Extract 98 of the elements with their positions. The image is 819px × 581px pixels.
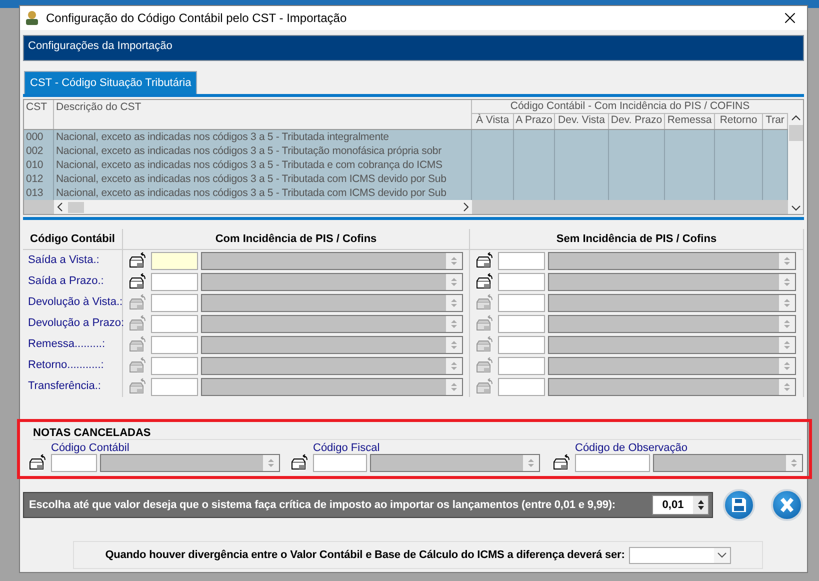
- column-header: Sem Incidência de PIS / Cofins: [470, 229, 804, 250]
- tolerance-label: Escolha até que valor deseja que o sistema faça crítica de imposto ao importar os lançamentos (entre 0,01 e 9,99):: [29, 499, 616, 511]
- field-label: Remessa.........:: [23, 334, 123, 355]
- scrollbar-thumb[interactable]: [788, 125, 802, 141]
- dropdown-field[interactable]: [201, 378, 463, 396]
- spin-arrows-icon: [783, 380, 791, 392]
- dropdown-field[interactable]: [548, 314, 796, 332]
- input-field[interactable]: [151, 314, 198, 332]
- spin-arrows-icon: [783, 338, 791, 350]
- chevron-down-icon: [716, 551, 727, 559]
- close-icon: [779, 497, 795, 513]
- column-header: A Prazo: [514, 114, 555, 129]
- save-button[interactable]: [723, 489, 755, 521]
- input-field[interactable]: [498, 378, 545, 396]
- column-header: Dev. Prazo: [609, 114, 665, 129]
- field-label: Transferência.:: [23, 376, 123, 397]
- input-field[interactable]: [151, 272, 198, 290]
- field-label: Devolução a Prazo:: [23, 313, 123, 334]
- spin-arrows-icon: [450, 360, 458, 372]
- dropdown-field[interactable]: [548, 252, 796, 270]
- field-label: Saída a Prazo.:: [23, 271, 123, 292]
- field-label: Retorno...........:: [23, 355, 123, 376]
- tray-arrow-icon[interactable]: [128, 272, 148, 290]
- input-field[interactable]: [151, 294, 198, 312]
- input-field[interactable]: [151, 378, 198, 396]
- input-field[interactable]: [498, 314, 545, 332]
- input-field[interactable]: [151, 336, 198, 354]
- tab[interactable]: CST - Código Situação Tributária: [24, 71, 198, 94]
- spin-arrows-icon: [783, 360, 791, 372]
- dropdown-field[interactable]: [201, 314, 463, 332]
- dropdown-field[interactable]: [201, 272, 463, 290]
- column-header: À Vista: [472, 114, 514, 129]
- dropdown-field[interactable]: [100, 454, 280, 472]
- field-label: Código de Observação: [575, 442, 689, 454]
- input-field[interactable]: [151, 252, 198, 270]
- column-header: Remessa: [665, 114, 715, 129]
- dropdown-field[interactable]: [201, 294, 463, 312]
- column-header: Código Contábil: [23, 229, 123, 250]
- spin-arrows-icon: [450, 380, 458, 392]
- column-group-header: Código Contábil - Com Incidência do PIS / COFINS: [472, 100, 788, 114]
- input-field[interactable]: [498, 252, 545, 270]
- spin-arrows-icon: [450, 254, 458, 266]
- divergence-label: Quando houver divergência entre o Valor Contábil e Base de Cálculo do ICMS a diferença deverá ser:: [105, 549, 625, 561]
- spin-arrows-icon: [267, 457, 275, 469]
- dropdown-field[interactable]: [370, 454, 540, 472]
- tray-arrow-icon[interactable]: [552, 454, 572, 472]
- dropdown-field[interactable]: [548, 356, 796, 374]
- spin-arrows-icon: [783, 276, 791, 288]
- spin-arrows-icon: [450, 296, 458, 308]
- person-icon: [24, 10, 40, 26]
- field-label: Código Fiscal: [313, 442, 381, 454]
- input-field[interactable]: [313, 454, 367, 472]
- scrollbar-thumb[interactable]: [68, 202, 84, 212]
- spin-arrows-icon: [783, 296, 791, 308]
- vertical-scrollbar[interactable]: [788, 100, 803, 214]
- spin-arrows-icon: [450, 276, 458, 288]
- dropdown-field[interactable]: [653, 454, 803, 472]
- column-header: Com Incidência de PIS / Cofins: [123, 229, 470, 250]
- window-title: Configuração do Código Contábil pelo CST - Importação: [46, 11, 348, 25]
- input-field[interactable]: [498, 272, 545, 290]
- dropdown-field[interactable]: [628, 546, 731, 564]
- input-field[interactable]: [498, 294, 545, 312]
- spin-arrows-icon: [790, 457, 798, 469]
- spin-arrows-icon: [527, 457, 535, 469]
- tray-arrow-icon[interactable]: [290, 454, 310, 472]
- input-field[interactable]: [575, 454, 650, 472]
- spin-arrows-icon: [450, 318, 458, 330]
- dropdown-field[interactable]: [548, 378, 796, 396]
- dropdown-field[interactable]: [548, 294, 796, 312]
- tray-arrow-icon[interactable]: [475, 272, 495, 290]
- field-label: Devolução à Vista.:: [23, 292, 123, 313]
- spin-arrows-icon[interactable]: [696, 498, 704, 512]
- tray-arrow-icon[interactable]: [128, 252, 148, 270]
- column-header: Dev. Vista: [555, 114, 609, 129]
- input-field[interactable]: [498, 336, 545, 354]
- column-header: Retorno: [715, 114, 763, 129]
- input-field[interactable]: [51, 454, 97, 472]
- spin-arrows-icon: [450, 338, 458, 350]
- dropdown-field[interactable]: [548, 272, 796, 290]
- tray-arrow-icon[interactable]: [475, 252, 495, 270]
- column-header: Descrição do CST: [54, 100, 472, 129]
- spin-field[interactable]: 0,01: [652, 495, 709, 515]
- dropdown-field[interactable]: [201, 336, 463, 354]
- dropdown-field[interactable]: [201, 252, 463, 270]
- spin-arrows-icon: [783, 254, 791, 266]
- section-header: Configurações da Importação: [23, 35, 804, 61]
- field-label: Saída a Vista.:: [23, 250, 123, 271]
- dropdown-field[interactable]: [548, 336, 796, 354]
- spin-arrows-icon: [783, 318, 791, 330]
- dropdown-field[interactable]: [201, 356, 463, 374]
- tray-arrow-icon[interactable]: [28, 454, 48, 472]
- horizontal-scrollbar[interactable]: [54, 200, 472, 214]
- floppy-icon: [731, 497, 747, 513]
- input-field[interactable]: [151, 356, 198, 374]
- group-title: NOTAS CANCELADAS: [33, 427, 801, 440]
- column-header: CST: [24, 100, 54, 129]
- field-label: Código Contábil: [51, 442, 130, 454]
- input-field[interactable]: [498, 356, 545, 374]
